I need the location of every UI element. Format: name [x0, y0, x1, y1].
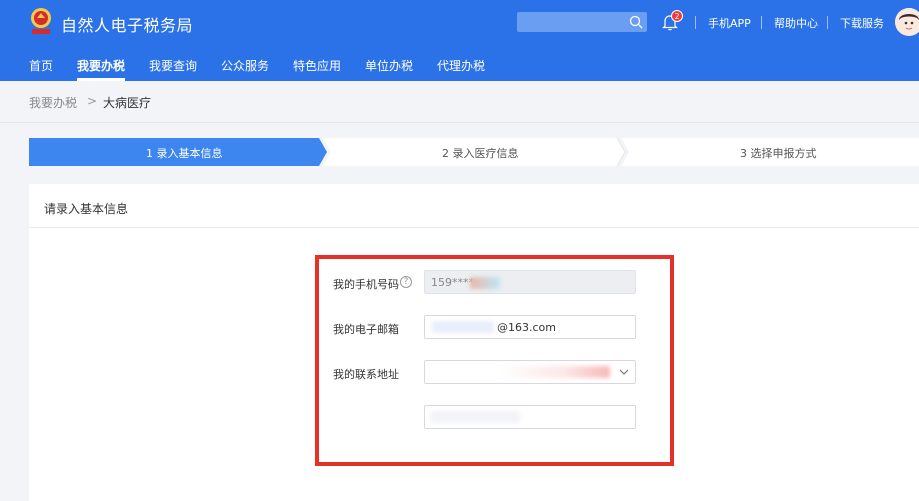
nav-tax-handling[interactable]: 我要办税 — [77, 57, 125, 74]
nav-employer-tax[interactable]: 单位办税 — [365, 57, 413, 74]
mobile-app-link[interactable]: 手机APP — [708, 15, 751, 31]
nav-agent-tax[interactable]: 代理办税 — [437, 57, 485, 74]
form-title: 请录入基本信息 — [44, 202, 129, 216]
breadcrumb-current: 大病医疗 — [103, 96, 152, 110]
progress-steps: 1 录入基本信息 2 录入医疗信息 3 选择申报方式 — [29, 138, 919, 166]
highlight-box — [315, 255, 674, 466]
top-header: 自然人电子税务局 2 手机APP 帮助中心 下载服务 首页 我要办税 我要查询 … — [0, 0, 919, 81]
card-header: 请录入基本信息 — [29, 184, 919, 228]
divider — [827, 16, 828, 29]
avatar-icon — [895, 8, 919, 36]
nav-public-service[interactable]: 公众服务 — [221, 57, 269, 74]
divider — [761, 16, 762, 29]
search-icon[interactable] — [629, 15, 643, 29]
notification-badge: 2 — [671, 10, 683, 22]
nav-query[interactable]: 我要查询 — [149, 57, 197, 74]
step-filing-method: 3 选择申报方式 — [740, 147, 817, 160]
user-avatar[interactable] — [895, 8, 919, 36]
help-center-link[interactable]: 帮助中心 — [774, 15, 818, 31]
download-service-link[interactable]: 下载服务 — [840, 15, 884, 31]
breadcrumb: 我要办税 > 大病医疗 — [0, 81, 919, 123]
nav-special-apps[interactable]: 特色应用 — [293, 57, 341, 74]
step-medical-info: 2 录入医疗信息 — [442, 147, 519, 160]
search-input[interactable] — [517, 12, 647, 32]
site-title[interactable]: 自然人电子税务局 — [61, 12, 193, 36]
tax-emblem-logo — [31, 8, 51, 34]
divider — [695, 16, 696, 29]
breadcrumb-separator: > — [87, 94, 98, 108]
nav-home[interactable]: 首页 — [29, 57, 53, 74]
step-basic-info: 1 录入基本信息 — [146, 147, 223, 160]
breadcrumb-parent[interactable]: 我要办税 — [29, 94, 77, 111]
